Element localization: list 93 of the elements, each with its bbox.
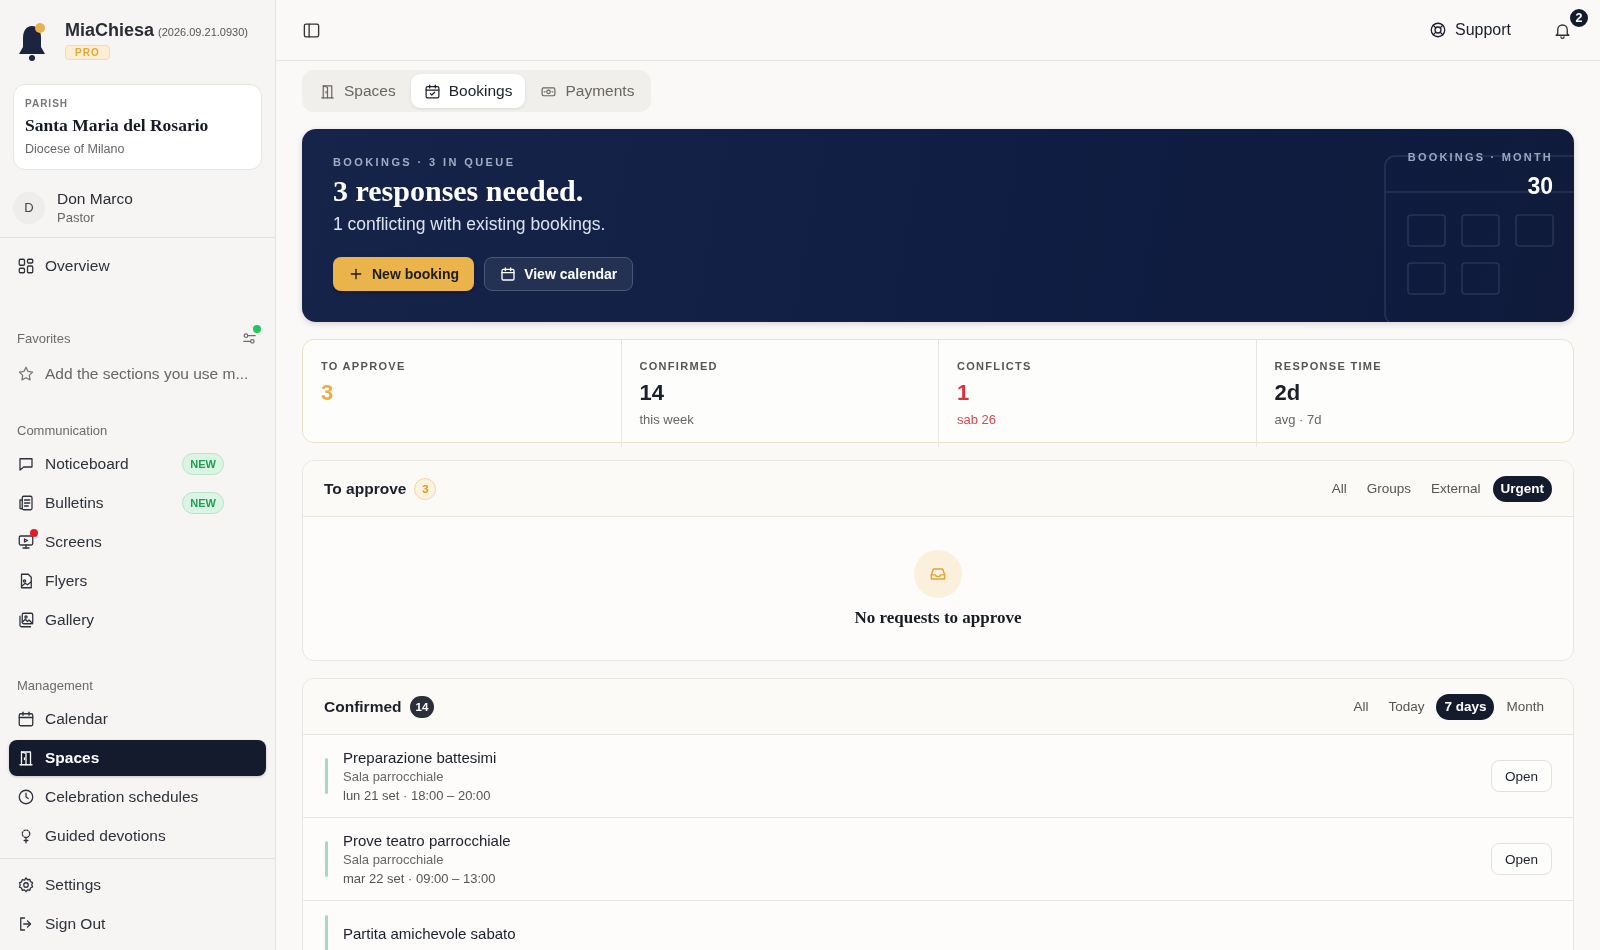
open-button[interactable]: Open <box>1490 843 1552 875</box>
parish-name: Santa Maria del Rosario <box>25 115 210 136</box>
panel-title: Confirmed <box>324 697 402 716</box>
stat-value: 1 <box>957 380 971 406</box>
stat-label: TO APPROVE <box>321 360 407 372</box>
dashboard-icon <box>17 257 35 275</box>
stat-label: CONFLICTS <box>957 360 1033 372</box>
app-version: (2026.09.21.0930) <box>158 26 248 38</box>
sidebar-item[interactable]: Bulletins NEW <box>9 485 266 521</box>
door-icon <box>319 82 336 100</box>
tab[interactable]: Payments <box>527 74 648 108</box>
booking-time: lun 21 set · 18:00 – 20:00 <box>343 788 492 803</box>
status-bar <box>325 915 328 950</box>
tab[interactable]: Bookings <box>410 74 526 108</box>
diocese-name: Diocese of Milano <box>25 142 126 156</box>
sidebar-item[interactable]: Flyers <box>9 563 266 599</box>
app-name: MiaChiesa <box>65 20 155 40</box>
booking-time: mar 22 set · 09:00 – 13:00 <box>343 871 497 886</box>
filter-chip[interactable]: 7 days <box>1436 693 1495 720</box>
sidebar-item[interactable]: Sign Out <box>9 906 266 942</box>
monitor-icon <box>17 533 35 551</box>
settings-icon <box>17 876 35 894</box>
month-bookings-value: 30 <box>1527 173 1553 200</box>
filter-chip[interactable]: All <box>1345 693 1377 720</box>
stat-value: 3 <box>321 380 335 406</box>
sidebar-item[interactable]: Calendar <box>9 701 266 737</box>
filter-chip[interactable]: Urgent <box>1492 475 1552 502</box>
booking-title: Prove teatro parrocchiale <box>343 832 511 849</box>
banner-title: 3 responses needed. <box>333 174 585 208</box>
door-icon <box>17 749 35 767</box>
count-badge: 3 <box>414 477 437 500</box>
open-button[interactable]: Open <box>1490 760 1552 792</box>
star-icon <box>17 365 35 383</box>
stat-label: CONFIRMED <box>639 360 719 372</box>
booking-place: Sala parrocchiale <box>343 852 445 867</box>
user-role: Pastor <box>57 210 96 225</box>
user-avatar: D <box>13 191 45 224</box>
speech-bubble-icon <box>17 455 35 473</box>
section-heading: Communication <box>16 423 109 438</box>
user-name: Don Marco <box>57 190 133 208</box>
filter-chip[interactable]: Groups <box>1358 475 1419 502</box>
stat-note: this week <box>639 412 695 427</box>
sidebar-item[interactable]: Gallery <box>9 602 266 638</box>
sliders-icon <box>241 330 258 347</box>
tab[interactable]: Spaces <box>306 74 409 108</box>
booking-title: Preparazione battesimi <box>343 749 497 766</box>
month-label: BOOKINGS · MONTH <box>1407 151 1553 163</box>
panel-title: To approve <box>324 479 407 498</box>
lifebuoy-icon <box>1428 21 1447 39</box>
new-badge: NEW <box>182 453 224 475</box>
status-bar <box>325 841 328 877</box>
sidebar-item[interactable]: Overview <box>9 248 266 284</box>
stat-note: avg · 7d <box>1274 412 1323 427</box>
status-bar <box>325 758 328 794</box>
sidebar-item[interactable]: Spaces <box>9 740 266 776</box>
filter-chip[interactable]: External <box>1422 475 1489 502</box>
view-calendar-button[interactable]: View calendar <box>484 257 634 291</box>
stat-value: 2d <box>1274 380 1302 406</box>
newspaper-icon <box>17 494 35 512</box>
banner-eyebrow: BOOKINGS · 3 IN QUEUE <box>333 156 517 168</box>
favorites-heading: Favorites <box>17 331 71 346</box>
notification-count: 2 <box>1568 6 1590 29</box>
new-booking-button[interactable]: New booking <box>333 257 475 291</box>
favorites-settings-button[interactable] <box>241 330 258 347</box>
sidebar-item[interactable]: Screens <box>9 524 266 560</box>
favorites-hint: Add the sections you use m... <box>45 365 249 383</box>
empty-message: No requests to approve <box>854 607 1022 628</box>
sidebar-item[interactable]: Settings <box>9 867 266 903</box>
stat-value: 14 <box>639 380 665 406</box>
sidebar-item[interactable]: Celebration schedules <box>9 779 266 815</box>
support-button[interactable]: Support <box>1422 17 1517 43</box>
new-badge: NEW <box>182 492 224 514</box>
plan-badge: PRO <box>65 45 110 60</box>
sidebar-icon <box>302 20 321 40</box>
filter-chip[interactable]: All <box>1323 475 1355 502</box>
section-heading: Management <box>16 678 94 693</box>
stat-note: sab 26 <box>957 412 998 427</box>
filter-chip[interactable]: Month <box>1498 693 1552 720</box>
sidebar-item[interactable]: Noticeboard NEW <box>9 446 266 482</box>
plus-icon <box>348 266 364 282</box>
gallery-icon <box>17 611 35 629</box>
booking-place: Sala parrocchiale <box>343 769 445 784</box>
count-badge: 14 <box>409 695 435 718</box>
calendar-check-icon <box>423 82 441 100</box>
parish-label: PARISH <box>25 98 70 109</box>
booking-title: Partita amichevole sabato <box>343 924 516 942</box>
calendar-icon <box>17 710 35 728</box>
sidebar-item[interactable]: Guided devotions <box>9 818 266 854</box>
stat-label: RESPONSE TIME <box>1274 360 1383 372</box>
filter-chip[interactable]: Today <box>1380 693 1433 720</box>
clock-icon <box>17 788 35 806</box>
banner-subtitle: 1 conflicting with existing bookings. <box>333 214 607 235</box>
calendar-icon <box>500 266 517 282</box>
